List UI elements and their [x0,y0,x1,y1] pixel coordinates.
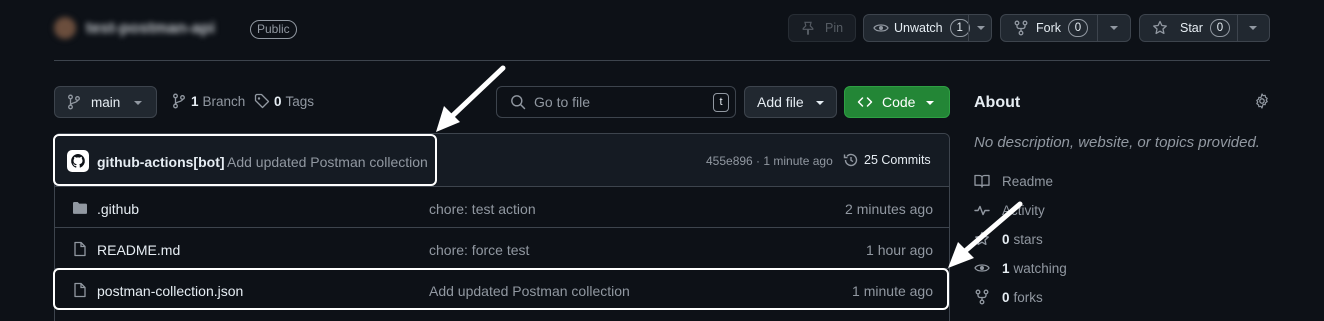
file-commit-time: 2 minutes ago [845,201,933,217]
branch-icon [172,93,186,109]
star-count: 0 [1209,19,1230,37]
branch-name: main [91,94,121,110]
eye-icon [873,20,889,36]
gear-icon[interactable] [1254,93,1270,109]
fork-icon [1014,20,1028,36]
highlight-box-commit [53,134,437,186]
file-commit-message[interactable]: chore: test action [429,201,536,217]
commits-link[interactable]: 25 Commits [843,152,931,168]
go-to-file-input[interactable]: Go to file t [496,86,736,118]
annotation-arrow-icon [948,201,1023,268]
repo-name[interactable]: test-postman-api [86,20,215,38]
commit-hash-time[interactable]: 455e896 · 1 minute ago [706,154,833,168]
file-name[interactable]: README.md [97,242,180,258]
star-button[interactable]: Star 0 [1139,14,1270,42]
tag-icon [254,93,270,109]
pin-icon [801,21,815,35]
search-icon [510,94,526,110]
history-icon [843,152,859,168]
star-label: Star [1180,21,1203,35]
commits-count-label: 25 Commits [864,153,931,167]
search-placeholder: Go to file [534,94,591,110]
readme-label: Readme [1002,173,1054,189]
fork-icon [974,289,990,305]
fork-count: 0 [1068,19,1088,37]
chevron-down-icon [815,99,825,107]
about-title: About [974,94,1021,111]
branch-icon [67,94,81,110]
chevron-down-icon [133,99,143,107]
add-file-label: Add file [757,94,804,110]
chevron-down-icon[interactable] [976,24,986,32]
pin-label: Pin [825,21,844,35]
pin-button[interactable]: Pin [788,14,856,42]
keyboard-shortcut: t [713,93,729,112]
forks-count: 0 [1002,289,1010,305]
watch-button[interactable]: Unwatch 1 [863,14,992,42]
watch-label: Unwatch [894,21,943,35]
file-commit-time: 1 hour ago [866,242,933,258]
tags-link[interactable]: 0 Tags [254,93,314,109]
branch-count-label: Branch [202,93,246,109]
branch-count: 1 [191,93,199,109]
chevron-down-icon[interactable] [1109,24,1119,32]
forks-link[interactable]: 0 forks [974,287,1043,307]
star-icon [1152,20,1168,36]
repo-avatar [54,17,76,39]
header-divider [54,60,1270,61]
branches-link[interactable]: 1 Branch [172,93,245,109]
highlight-box-file-row [53,268,949,310]
readme-link[interactable]: Readme [974,171,1053,191]
code-label: Code [882,94,916,110]
annotation-arrow-icon [436,65,506,132]
folder-icon [72,200,88,216]
forks-label: forks [1013,289,1043,305]
file-icon [72,241,88,257]
branch-selector[interactable]: main [54,86,157,118]
fork-label: Fork [1036,21,1061,35]
code-icon [857,94,873,110]
visibility-badge: Public [250,20,297,39]
tag-count: 0 [274,93,282,109]
file-commit-message[interactable]: chore: force test [429,242,529,258]
code-button[interactable]: Code [844,86,950,118]
add-file-button[interactable]: Add file [744,86,837,118]
watch-count: 1 [949,19,970,37]
file-name[interactable]: .github [97,201,139,217]
chevron-down-icon [925,99,935,107]
book-icon [974,173,990,189]
tag-count-label: Tags [285,93,315,109]
about-description: No description, website, or topics provi… [974,134,1260,151]
fork-button[interactable]: Fork 0 [1000,14,1131,42]
chevron-down-icon[interactable] [1248,24,1258,32]
